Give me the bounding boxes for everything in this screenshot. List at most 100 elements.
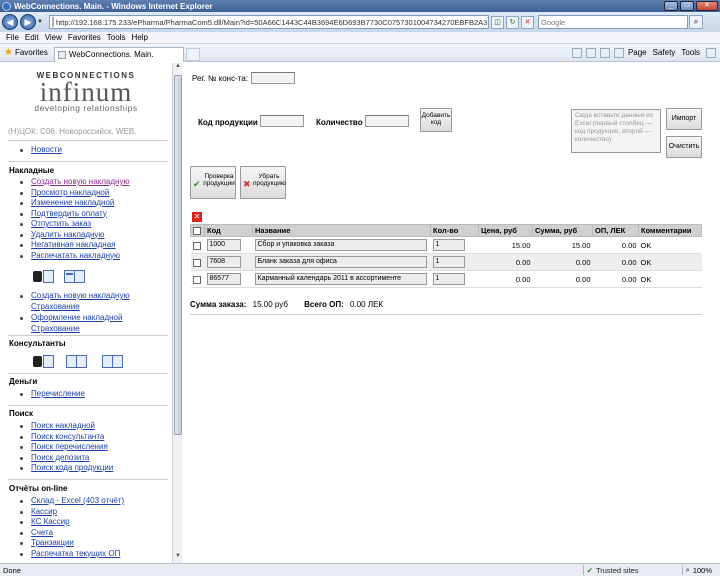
section-title-consultants: Консультанты — [9, 339, 66, 348]
add-code-button[interactable]: Добавить код — [420, 108, 452, 132]
sidebar-link-release-order[interactable]: Отпустить заказ — [31, 219, 91, 228]
sidebar-link-ks-cashier[interactable]: КС Кассир — [31, 517, 70, 526]
mail-icon[interactable] — [599, 47, 610, 58]
sidebar-link-confirm-payment[interactable]: Подтвердить оплату — [31, 209, 107, 218]
divider — [8, 140, 168, 141]
scroll-down-icon[interactable]: ▼ — [173, 553, 183, 563]
code-input[interactable]: 7608 — [206, 256, 241, 269]
print-icon[interactable] — [613, 47, 624, 58]
row-checkbox[interactable] — [192, 275, 201, 284]
check-products-button[interactable]: ✔ Проверка продукции — [190, 166, 236, 199]
row-checkbox[interactable] — [192, 241, 201, 250]
news-list: Новости — [20, 145, 62, 156]
security-zone[interactable]: Trusted sites — [596, 566, 639, 575]
menu-edit[interactable]: Edit — [25, 33, 39, 42]
search-icon[interactable]: ⌕ — [689, 15, 703, 29]
address-input[interactable]: http://192.168.175.233/ePharma/PharmaCom… — [49, 15, 489, 29]
list-item: Перечисление — [20, 389, 85, 400]
remove-products-button[interactable]: ✖ Убрать продукцию — [240, 166, 286, 199]
consultant-edit-icon[interactable] — [102, 354, 124, 369]
code-input[interactable]: 1000 — [206, 239, 241, 252]
qty-input[interactable]: 1 — [432, 239, 465, 252]
menu-file[interactable]: File — [6, 33, 19, 42]
menu-view[interactable]: View — [45, 33, 62, 42]
document-edit-icon[interactable] — [64, 269, 86, 284]
sidebar-link-cashier[interactable]: Кассир — [31, 507, 57, 516]
forward-button[interactable]: ▶ — [20, 14, 36, 30]
sidebar-link-search-consultant[interactable]: Поиск консультанта — [31, 432, 104, 441]
delete-selected-icon[interactable]: ✕ — [192, 212, 202, 222]
header-name: Название — [252, 223, 431, 238]
page-menu[interactable]: Page — [628, 48, 647, 57]
sidebar-link-create-insurance[interactable]: Создать новую накладную Страхование — [31, 291, 129, 311]
scroll-up-icon[interactable]: ▲ — [173, 63, 183, 73]
list-item: Удалить накладную — [20, 230, 129, 241]
select-all-checkbox[interactable] — [193, 227, 201, 236]
sidebar-link-accounts[interactable]: Счета — [31, 528, 53, 537]
divider — [8, 405, 168, 406]
code-input[interactable]: 86577 — [206, 273, 241, 286]
stop-icon[interactable]: ✕ — [521, 15, 534, 29]
menu-help[interactable]: Help — [131, 33, 147, 42]
consultant-search-icon[interactable] — [33, 354, 55, 369]
consultant-add-icon[interactable] — [66, 354, 88, 369]
tools-menu[interactable]: Tools — [681, 48, 700, 57]
sidebar-link-search-product-code[interactable]: Поиск кода продукции — [31, 463, 113, 472]
product-code-input[interactable] — [260, 115, 304, 127]
sidebar-link-edit-invoice[interactable]: Изменение накладной — [31, 198, 114, 207]
excel-paste-area[interactable]: Сюда вставьте данные из Excel (первый ст… — [571, 109, 661, 153]
binoculars-icon[interactable] — [33, 269, 55, 284]
compat-view-icon[interactable]: ◫ — [491, 15, 504, 29]
order-table: Код Название Кол-во Цена, руб Сумма, руб… — [190, 223, 702, 289]
recent-pages-dropdown[interactable]: ▼ — [37, 19, 45, 25]
window-title-bar: WebConnections. Main. - Windows Internet… — [0, 0, 720, 12]
address-toolbar: ◀ ▶ ▼ http://192.168.175.233/ePharma/Pha… — [0, 12, 720, 32]
order-sum-value: 15.00 руб — [252, 300, 288, 309]
reg-number-input[interactable] — [251, 72, 295, 84]
list-item: Создать новую накладную Страхование — [20, 291, 130, 312]
menu-tools[interactable]: Tools — [107, 33, 126, 42]
table-row: 86577 Карманный календарь 2011 в ассорти… — [190, 270, 702, 289]
qty-input[interactable]: 1 — [432, 256, 465, 269]
sidebar-link-transactions[interactable]: Транзакции — [31, 538, 74, 547]
new-tab-button[interactable] — [185, 47, 200, 61]
zoom-level[interactable]: 100% — [693, 566, 712, 575]
home-icon[interactable] — [571, 47, 582, 58]
sidebar-link-insurance-form[interactable]: Оформление накладной Страхование — [31, 313, 122, 333]
qty-input[interactable]: 1 — [432, 273, 465, 286]
maximize-button[interactable]: □ — [680, 1, 694, 11]
sidebar-link-delete-invoice[interactable]: Удалить накладную — [31, 230, 104, 239]
minimize-button[interactable]: _ — [664, 1, 678, 11]
menu-favorites[interactable]: Favorites — [68, 33, 101, 42]
scroll-thumb[interactable] — [174, 75, 182, 435]
sidebar-link-transfer[interactable]: Перечисление — [31, 389, 85, 398]
sidebar-link-news[interactable]: Новости — [31, 145, 62, 154]
sidebar-link-search-deposit[interactable]: Поиск депозита — [31, 453, 89, 462]
favorites-star-icon[interactable]: ★ — [4, 47, 13, 58]
clear-button[interactable]: Очистить — [666, 136, 702, 158]
sidebar-scrollbar[interactable]: ▲ ▼ — [172, 63, 182, 563]
sidebar-link-negative-invoice[interactable]: Негативная накладная — [31, 240, 116, 249]
order-sum-label: Сумма заказа: — [190, 300, 247, 309]
row-checkbox[interactable] — [192, 258, 201, 267]
favorites-button[interactable]: Favorites — [15, 48, 48, 57]
sidebar-link-create-invoice[interactable]: Создать новую накладную — [31, 177, 129, 186]
refresh-icon[interactable]: ↻ — [506, 15, 519, 29]
sidebar-link-stock-excel[interactable]: Склад - Excel (403 отчёт) — [31, 496, 124, 505]
browser-tab[interactable]: WebConnections. Main. — [53, 46, 184, 62]
sidebar-link-search-invoice[interactable]: Поиск накладной — [31, 421, 95, 430]
feeds-icon[interactable] — [585, 47, 596, 58]
safety-menu[interactable]: Safety — [653, 48, 676, 57]
sidebar-link-print-invoice[interactable]: Распечатать накладную — [31, 251, 120, 260]
close-window-button[interactable]: ✕ — [696, 1, 718, 11]
quantity-input[interactable] — [365, 115, 409, 127]
help-icon[interactable] — [706, 47, 716, 58]
back-button[interactable]: ◀ — [2, 14, 18, 30]
search-input[interactable]: Google — [538, 15, 688, 29]
sidebar-link-print-op[interactable]: Распечатка текущих ОП — [31, 549, 120, 558]
list-item: Склад - Excel (403 отчёт) — [20, 496, 124, 507]
list-item: Новости — [20, 145, 62, 156]
import-button[interactable]: Импорт — [666, 108, 702, 130]
sidebar-link-view-invoice[interactable]: Просмотр накладной — [31, 188, 109, 197]
sidebar-link-search-transfer[interactable]: Поиск перечисления — [31, 442, 108, 451]
